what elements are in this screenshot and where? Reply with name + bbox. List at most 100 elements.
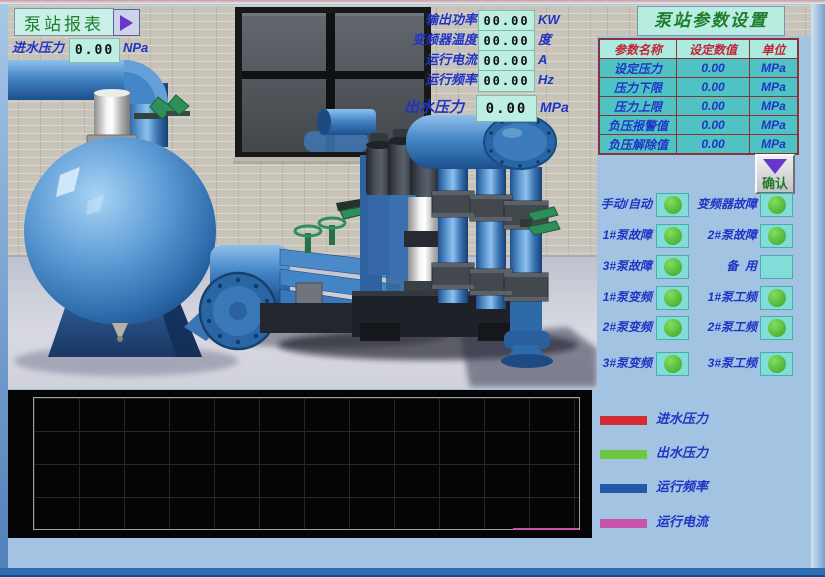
status-label: 1#泵故障 — [588, 229, 652, 242]
status-lamp-manual-auto — [656, 193, 689, 217]
wall-valve — [166, 95, 190, 116]
readout-unit: A — [538, 53, 547, 67]
status-lamp-vfd-fault — [760, 193, 793, 217]
pressure-tank — [24, 89, 216, 357]
report-nav-button[interactable] — [113, 9, 140, 36]
legend-label: 出水压力 — [656, 446, 708, 460]
outlet-pressure-unit: MPa — [540, 100, 569, 115]
settings-col-header: 参数名称 — [600, 40, 676, 58]
status-lamp-pump1-fault — [656, 224, 689, 248]
confirm-button[interactable]: 确认 — [755, 154, 795, 194]
readout-label: 运行频率 — [396, 73, 477, 87]
screen-edge-left — [0, 0, 8, 577]
confirm-button-label: 确认 — [757, 173, 793, 192]
param-value-field[interactable]: 0.00 — [677, 78, 749, 96]
lamp-dot — [768, 196, 786, 214]
status-lamp-pump3-vfd — [656, 352, 689, 376]
param-unit: MPa — [750, 97, 797, 115]
lamp-dot — [664, 258, 682, 276]
status-label: 3#泵变频 — [588, 357, 652, 370]
legend-swatch — [600, 416, 647, 425]
lamp-dot — [768, 355, 786, 373]
status-lamp-pump2-mains — [760, 316, 793, 340]
lamp-dot — [664, 227, 682, 245]
status-label: 备 用 — [690, 260, 757, 273]
status-label: 1#泵变频 — [588, 291, 652, 304]
lamp-dot — [664, 289, 682, 307]
param-name: 压力下限 — [600, 78, 676, 96]
status-lamp-spare — [760, 255, 793, 279]
param-unit: MPa — [750, 116, 797, 134]
readout-value: 00.00 — [478, 30, 535, 52]
trend-chart — [8, 390, 592, 538]
status-label: 手动/自动 — [588, 198, 652, 211]
screen-edge-top — [0, 0, 825, 4]
inlet-pressure-label: 进水压力 — [12, 41, 64, 55]
status-lamp-pump2-fault — [760, 224, 793, 248]
settings-panel-title: 泵站参数设置 — [637, 6, 785, 36]
settings-col-header: 设定数值 — [677, 40, 749, 58]
lamp-dot — [664, 355, 682, 373]
param-value-field[interactable]: 0.00 — [677, 135, 749, 153]
readout-unit: KW — [538, 13, 560, 27]
param-value-field[interactable]: 0.00 — [677, 116, 749, 134]
param-unit: MPa — [750, 135, 797, 153]
wall-pipe-stub — [317, 109, 376, 135]
legend-swatch — [600, 519, 647, 528]
legend-label: 运行频率 — [656, 480, 708, 494]
lamp-dot — [768, 227, 786, 245]
param-value-field[interactable]: 0.00 — [677, 97, 749, 115]
report-button[interactable]: 泵站报表 — [14, 8, 114, 36]
screen-edge-bottom — [0, 568, 825, 577]
inlet-feed-pipe — [8, 60, 168, 147]
status-lamp-pump3-fault — [656, 255, 689, 279]
legend-label: 运行电流 — [656, 515, 708, 529]
lamp-dot — [664, 196, 682, 214]
lamp-dot — [768, 319, 786, 337]
readout-label: 输出功率 — [396, 13, 477, 27]
param-name: 负压解除值 — [600, 135, 676, 153]
outlet-pressure-label: 出水压力 — [404, 100, 464, 117]
status-label: 2#泵工频 — [690, 321, 757, 334]
report-button-label: 泵站报表 — [24, 10, 104, 35]
param-unit: MPa — [750, 59, 797, 77]
legend-label: 进水压力 — [656, 412, 708, 426]
play-icon — [120, 15, 133, 31]
outlet-pressure-value: 0.00 — [476, 95, 537, 122]
status-label: 变频器故障 — [690, 198, 757, 211]
status-label: 1#泵工频 — [690, 291, 757, 304]
confirm-triangle-icon — [763, 159, 787, 174]
readout-value: 00.00 — [478, 10, 535, 32]
status-lamp-pump2-vfd — [656, 316, 689, 340]
lamp-dot — [664, 319, 682, 337]
lamp-dot — [768, 289, 786, 307]
pump-station-hmi-screen: 泵站报表 进水压力 0.00 NPa 输出功率 00.00 KW 变频器温度 0… — [0, 0, 825, 577]
trend-plot-area — [33, 397, 580, 530]
readout-unit: 度 — [538, 33, 551, 47]
param-name: 设定压力 — [600, 59, 676, 77]
param-unit: MPa — [750, 78, 797, 96]
status-lamp-pump3-mains — [760, 352, 793, 376]
readout-label: 变频器温度 — [396, 33, 477, 47]
settings-col-header: 单位 — [750, 40, 797, 58]
settings-table: 参数名称 设定数值 单位 设定压力 0.00 MPa 压力下限 0.00 MPa… — [598, 38, 799, 155]
inlet-pressure-value: 0.00 — [69, 38, 120, 63]
status-label: 3#泵故障 — [588, 260, 652, 273]
legend-swatch — [600, 484, 647, 493]
status-label: 3#泵工频 — [690, 357, 757, 370]
legend-swatch — [600, 450, 647, 459]
readout-label: 运行电流 — [396, 53, 477, 67]
readout-value: 00.00 — [478, 70, 535, 92]
inlet-pressure-unit: NPa — [123, 41, 148, 55]
screen-edge-right — [811, 0, 825, 577]
readout-unit: Hz — [538, 73, 554, 87]
status-lamp-pump1-vfd — [656, 286, 689, 310]
readout-value: 00.00 — [478, 50, 535, 72]
param-name: 压力上限 — [600, 97, 676, 115]
status-label: 2#泵变频 — [588, 321, 652, 334]
current-trace — [513, 528, 579, 530]
param-name: 负压报警值 — [600, 116, 676, 134]
status-lamp-pump1-mains — [760, 286, 793, 310]
param-value-field[interactable]: 0.00 — [677, 59, 749, 77]
status-label: 2#泵故障 — [690, 229, 757, 242]
